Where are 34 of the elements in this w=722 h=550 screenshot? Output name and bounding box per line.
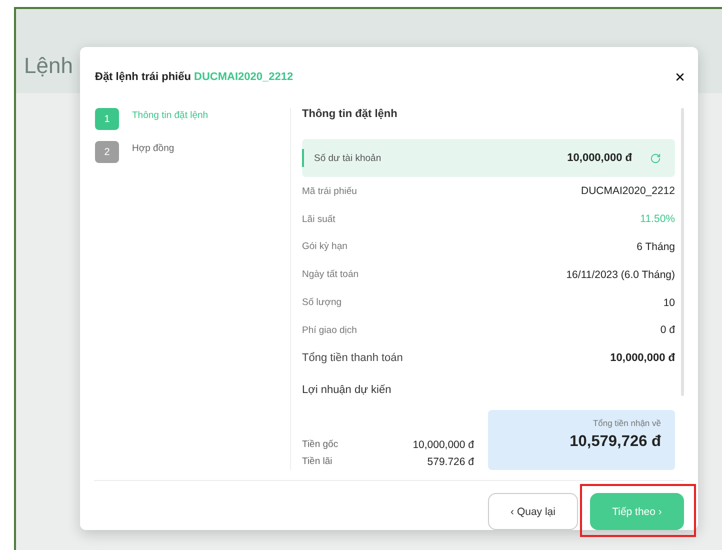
field-value: 10,000,000 đ	[610, 352, 675, 364]
section-title: Thông tin đặt lệnh	[302, 108, 398, 122]
field-label: Gói kỳ hạn	[302, 241, 348, 252]
step-number[interactable]: 2	[95, 141, 119, 164]
field-value: 11.50%	[640, 213, 675, 226]
dialog-title: Đặt lệnh trái phiếu DUCMAI2020_2212	[95, 71, 294, 84]
page-title: Lệnh	[24, 53, 73, 79]
field-label: Phí giao dịch	[302, 324, 357, 336]
total-label: Tổng tiền nhận về	[592, 418, 661, 428]
back-button[interactable]: ‹ Quay lại	[488, 493, 578, 530]
step-label[interactable]: Hợp đồng	[132, 142, 174, 154]
balance-label: Số dư tài khoản	[314, 152, 382, 164]
profit-value: 10,000,000 đ	[412, 438, 474, 450]
close-button[interactable]	[674, 71, 686, 84]
field-label: Số lượng	[302, 297, 342, 308]
field-label: Mã trái phiếu	[302, 186, 357, 197]
field-label: Tổng tiền thanh toán	[302, 352, 403, 364]
field-label: Lãi suất	[302, 214, 336, 225]
field-value: 6 Tháng	[636, 240, 675, 253]
balance-value: 10,000,000 đ	[567, 152, 632, 164]
field-value: 16/11/2023 (6.0 Tháng)	[566, 268, 675, 281]
total-value: 10,579,726 đ	[570, 433, 661, 451]
profit-title: Lợi nhuận dự kiến	[302, 384, 392, 398]
step-number[interactable]: 1	[95, 108, 119, 130]
refresh-icon[interactable]	[650, 152, 661, 164]
step-label[interactable]: Thông tin đặt lệnh	[132, 110, 208, 121]
profit-value: 579.726 đ	[427, 456, 474, 468]
field-value: 0 đ	[660, 324, 675, 336]
next-button[interactable]: Tiếp theo ›	[590, 493, 684, 530]
field-value: DUCMAI2020_2212	[581, 185, 675, 198]
profit-label: Tiền lãi	[302, 456, 332, 467]
profit-label: Tiền gốc	[302, 439, 338, 450]
field-label: Ngày tất toán	[302, 269, 359, 280]
field-value: 10	[663, 296, 675, 308]
